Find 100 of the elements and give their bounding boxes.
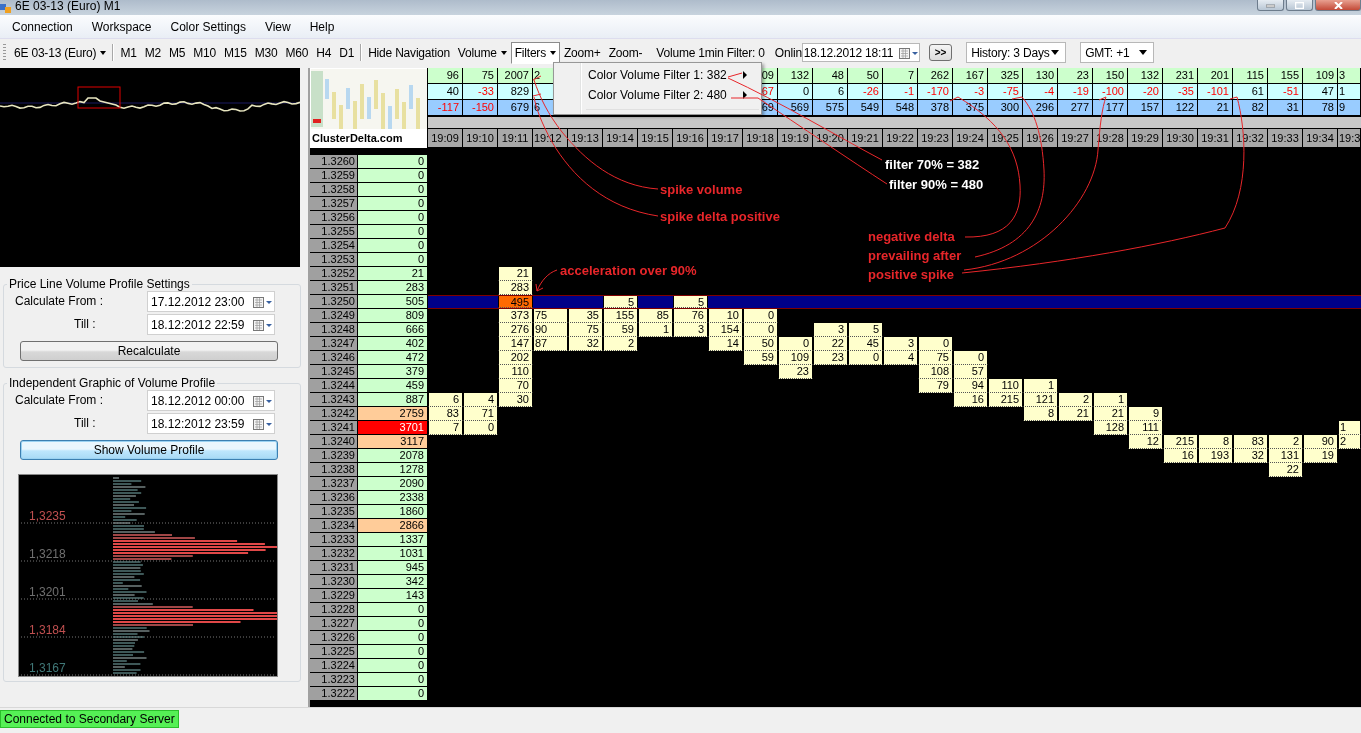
menu-item[interactable]: Workspace — [84, 17, 159, 36]
cluster-cell: 10 — [708, 309, 743, 323]
cluster-cell: 110 — [988, 379, 1023, 393]
price-cell: 1.3237 — [310, 477, 358, 491]
date-field[interactable]: 18.12.2012 00:00 — [147, 390, 275, 411]
column-volume-cell: 50 — [848, 68, 883, 84]
field-label: Till : — [73, 415, 97, 430]
time-header-cell: 19:11 — [498, 128, 533, 148]
cluster-cell: 8 — [1198, 435, 1233, 449]
volume-cell: 1031 — [358, 547, 428, 561]
dropdown-button[interactable]: Filters — [510, 41, 560, 64]
price-cell: 1.3230 — [310, 575, 358, 589]
volume-cell: 0 — [358, 197, 428, 211]
date-field[interactable]: 17.12.2012 23:00 — [147, 291, 275, 312]
column-total-cell: -117 — [428, 100, 463, 116]
column-total-cell: 575 — [813, 100, 848, 116]
column-volume-cell: 96 — [428, 68, 463, 84]
toolbar-button[interactable]: Zoom- — [604, 41, 647, 64]
calendar-icon — [253, 318, 273, 331]
minimize-icon — [1266, 2, 1275, 8]
close-icon — [1333, 1, 1343, 9]
volume-cell: 3701 — [358, 421, 428, 435]
forward-button[interactable]: >> — [928, 44, 953, 61]
column-delta-cell: -35 — [1163, 84, 1198, 100]
time-header-cell: 19:15 — [638, 128, 673, 148]
toolbar-button[interactable]: M30 — [250, 41, 282, 64]
toolbar-button[interactable]: M60 — [281, 41, 313, 64]
dropdown[interactable]: GMT: +1 — [1080, 42, 1155, 63]
column-total-cell: 157 — [1128, 100, 1163, 116]
menu-item[interactable]: Help — [302, 17, 342, 36]
cluster-cell: 1 — [1023, 379, 1058, 393]
column-delta-cell: 0 — [778, 84, 813, 100]
price-cell: 1.3236 — [310, 491, 358, 505]
maximize-icon — [1295, 1, 1304, 9]
column-total-cell: 569 — [778, 100, 813, 116]
toolbar-label: Volume 1min Filter: 0 — [656, 45, 765, 60]
price-cell: 1.3260 — [310, 155, 358, 169]
time-header-cell: 19:10 — [463, 128, 498, 148]
toolbar-button[interactable]: D1 — [335, 41, 359, 64]
column-total-cell: 78 — [1303, 100, 1338, 116]
column-delta-cell: -75 — [988, 84, 1023, 100]
volume-cell: 472 — [358, 351, 428, 365]
column-volume-cell: 7 — [883, 68, 918, 84]
column-delta-cell: 6 — [813, 84, 848, 100]
cluster-cell: 1 — [1093, 393, 1128, 407]
menu-item-label: Color Volume Filter 1: 382 — [588, 68, 727, 82]
price-axis-label: 1,3235 — [29, 509, 66, 523]
cluster-cell: 75 — [918, 351, 953, 365]
cluster-cell: 21 — [1093, 407, 1128, 421]
dropdown-button[interactable]: Volume — [453, 41, 511, 64]
price-cell: 1.3248 — [310, 323, 358, 337]
field-label: Till : — [73, 316, 97, 331]
column-delta-cell: -170 — [918, 84, 953, 100]
price-cell: 1.3240 — [310, 435, 358, 449]
cluster-cell: 14 — [708, 337, 743, 351]
menu-item[interactable]: Connection — [5, 17, 80, 36]
menu-item[interactable]: View — [257, 17, 298, 36]
column-volume-cell: 75 — [463, 68, 498, 84]
cluster-cell: 0 — [463, 421, 498, 435]
cluster-cell: 0 — [953, 351, 988, 365]
toolbar-button[interactable]: Hide Navigation — [364, 41, 454, 64]
date-field[interactable]: 18.12:2012 23:59 — [147, 413, 275, 434]
annotation-text: negative delta prevailing after positive spike — [868, 228, 962, 284]
cluster-cell: 5 — [603, 296, 638, 308]
price-cell: 1.3256 — [310, 211, 358, 225]
column-delta-cell: -100 — [1093, 84, 1128, 100]
visible-range-frame[interactable] — [77, 86, 121, 109]
menu-item[interactable]: Color Settings — [163, 17, 253, 36]
volume-cell: 1337 — [358, 533, 428, 547]
submenu-arrow-icon — [743, 71, 747, 79]
cluster-cell: 83 — [1233, 435, 1268, 449]
column-delta-cell: -4 — [1023, 84, 1058, 100]
column-volume-cell: 155 — [1268, 68, 1303, 84]
price-cell: 1.3246 — [310, 351, 358, 365]
column-delta-cell: -51 — [1268, 84, 1303, 100]
price-axis-label: 1,3218 — [29, 547, 66, 561]
close-button[interactable] — [1315, 0, 1361, 11]
column-total-cell: 378 — [918, 100, 953, 116]
toolbar-button[interactable]: Zoom+ — [559, 41, 605, 64]
toolbar-button[interactable]: M5 — [164, 41, 190, 64]
recalculate-button[interactable]: Recalculate — [20, 341, 278, 361]
symbol-dropdown[interactable]: 6E 03-13 (Euro) — [10, 41, 111, 64]
date-field[interactable]: 18.12.2012 18:11 — [801, 43, 920, 62]
column-total-cell: 296 — [1023, 100, 1058, 116]
cluster-cell: 9 — [1128, 407, 1163, 421]
dropdown[interactable]: History: 3 Days — [966, 42, 1067, 63]
minimize-button[interactable] — [1257, 0, 1284, 11]
volume-cell: 666 — [358, 323, 428, 337]
toolbar-button[interactable]: H4 — [312, 41, 336, 64]
date-field[interactable]: 18.12:2012 22:59 — [147, 314, 275, 335]
volume-cell: 143 — [358, 589, 428, 603]
price-cell: 1.3251 — [310, 281, 358, 295]
maximize-button[interactable] — [1286, 0, 1313, 11]
logo-text: ClusterDelta.com — [312, 132, 403, 144]
show-profile-button[interactable]: Show Volume Profile — [20, 440, 278, 460]
toolbar-button[interactable]: M2 — [140, 41, 165, 64]
toolbar-button[interactable]: M10 — [189, 41, 220, 64]
cluster-cell: 2 — [1338, 435, 1361, 449]
toolbar-button[interactable]: M1 — [116, 41, 141, 64]
toolbar-button[interactable]: M15 — [220, 41, 251, 64]
